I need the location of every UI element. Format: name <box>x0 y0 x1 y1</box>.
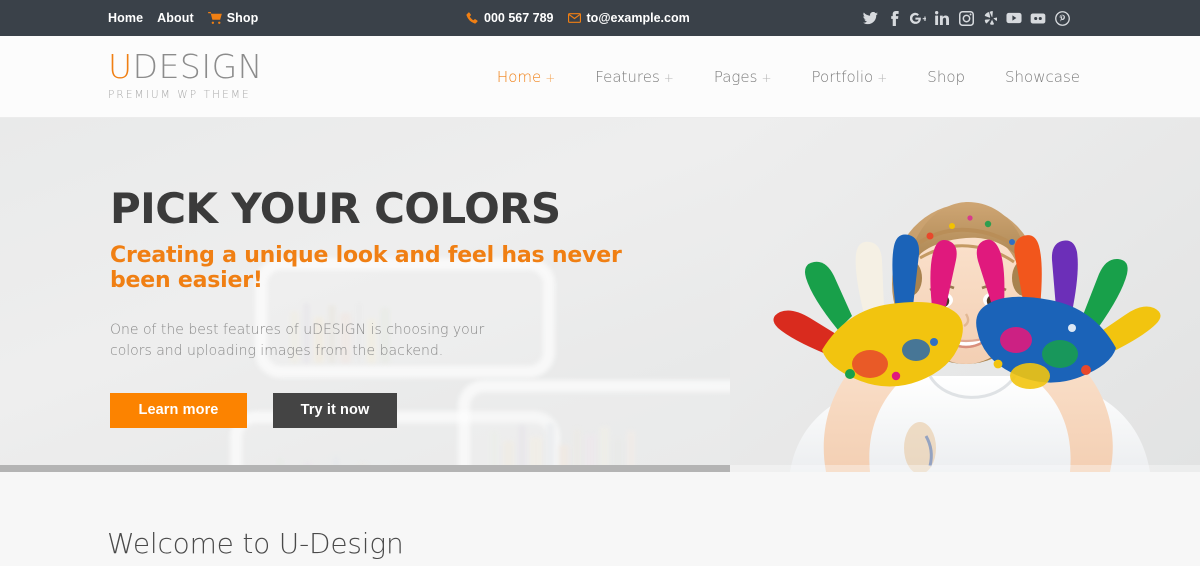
chevron-plus-icon: + <box>663 70 674 85</box>
envelope-icon <box>567 13 581 23</box>
nav-item-shop-label: Shop <box>927 67 966 86</box>
nav-item-portfolio-label: Portfolio <box>811 67 874 86</box>
linkedin-icon[interactable] <box>934 10 950 26</box>
logo-first-letter: U <box>108 47 133 86</box>
youtube-icon[interactable] <box>1006 10 1022 26</box>
topbar-link-about[interactable]: About <box>157 11 194 25</box>
hero-buttons: Learn more Try it now <box>110 392 670 428</box>
site-logo[interactable]: UDESIGN PREMIUM WP THEME <box>108 50 263 101</box>
twitter-icon[interactable] <box>862 10 878 26</box>
facebook-icon[interactable] <box>886 10 902 26</box>
nav-item-features-label: Features <box>595 67 660 86</box>
nav-item-pages-label: Pages <box>713 67 758 86</box>
nav-item-home[interactable]: Home + <box>477 68 575 86</box>
nav-item-showcase-label: Showcase <box>1005 67 1080 86</box>
hero-subtitle: Creating a unique look and feel has neve… <box>110 243 622 294</box>
nav-item-features[interactable]: Features + <box>575 68 694 86</box>
email-contact[interactable]: to@example.com <box>567 11 690 25</box>
learn-more-button[interactable]: Learn more <box>110 392 247 428</box>
instagram-icon[interactable] <box>958 10 974 26</box>
welcome-title: Welcome to U-Design <box>107 527 404 560</box>
social-icons <box>862 10 1070 26</box>
hero-photo-illustration <box>730 118 1200 472</box>
slider-progress-bar[interactable] <box>0 465 730 472</box>
phone-icon <box>466 12 478 24</box>
hero-image <box>730 118 1200 472</box>
nav-item-pages[interactable]: Pages + <box>694 68 792 86</box>
top-bar-links: Home About Shop <box>108 11 258 25</box>
logo-tagline: PREMIUM WP THEME <box>108 89 251 101</box>
welcome-section: Welcome to U-Design <box>0 472 1200 566</box>
flickr-icon[interactable] <box>1030 10 1046 26</box>
hero-body-text: One of the best features of uDESIGN is c… <box>110 322 485 359</box>
logo-rest: DESIGN <box>132 47 263 86</box>
email-address: to@example.com <box>586 11 690 25</box>
hero-content: PICK YOUR COLORS Creating a unique look … <box>110 186 670 428</box>
pinterest-icon[interactable] <box>1054 10 1070 26</box>
nav-item-shop[interactable]: Shop <box>907 68 985 86</box>
topbar-link-home[interactable]: Home <box>108 11 143 25</box>
nav-item-showcase[interactable]: Showcase <box>985 68 1100 86</box>
main-navigation: Home + Features + Pages + Portfolio + Shop S… <box>477 68 1100 86</box>
phone-contact[interactable]: 000 567 789 <box>466 11 554 25</box>
topbar-link-shop[interactable]: Shop <box>207 11 259 25</box>
chevron-plus-icon: + <box>545 70 556 85</box>
hero-slider: PICK YOUR COLORS Creating a unique look … <box>0 118 1200 472</box>
top-bar: Home About Shop 000 567 789 to@example.c… <box>0 0 1200 36</box>
yelp-icon[interactable] <box>982 10 998 26</box>
cart-icon <box>207 12 222 24</box>
topbar-link-shop-label: Shop <box>226 11 259 25</box>
nav-item-portfolio[interactable]: Portfolio + <box>792 68 908 86</box>
top-bar-contact: 000 567 789 to@example.com <box>466 11 690 25</box>
site-header: UDESIGN PREMIUM WP THEME Home + Features +… <box>0 36 1200 118</box>
nav-item-home-label: Home <box>496 67 542 86</box>
try-it-now-button[interactable]: Try it now <box>273 392 397 428</box>
phone-number: 000 567 789 <box>484 11 554 25</box>
chevron-plus-icon: + <box>761 70 772 85</box>
logo-wordmark: UDESIGN <box>108 50 263 83</box>
hero-title: PICK YOUR COLORS <box>110 184 561 233</box>
chevron-plus-icon: + <box>877 70 888 85</box>
google-plus-icon[interactable] <box>910 10 926 26</box>
